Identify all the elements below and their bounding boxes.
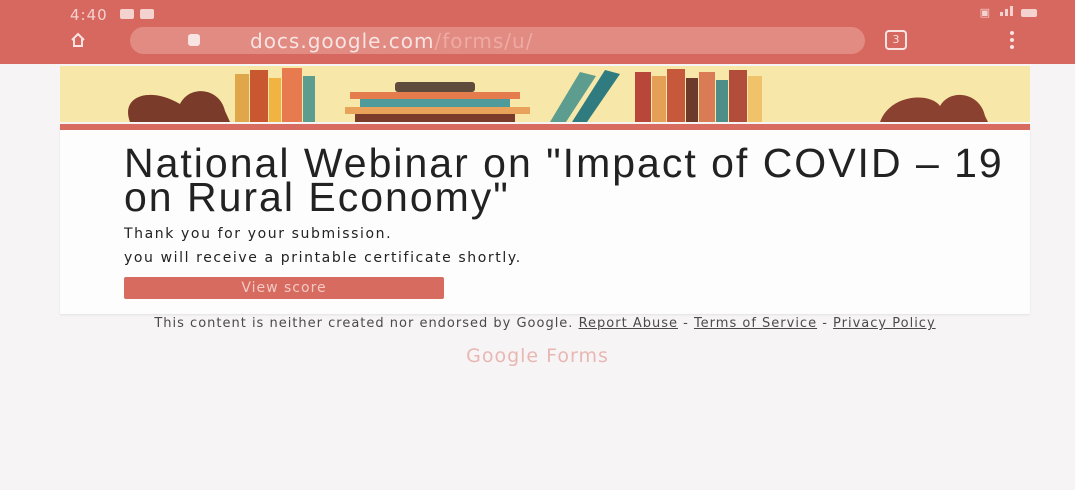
home-icon[interactable] xyxy=(70,32,86,48)
books-illustration xyxy=(60,66,1030,122)
separator: - xyxy=(817,316,834,331)
form-title: National Webinar on "Impact of COVID – 1… xyxy=(124,140,1004,220)
separator: - xyxy=(677,316,694,331)
google-forms-logo[interactable]: Google Forms xyxy=(0,345,1075,367)
status-icons: ▣ xyxy=(980,6,1037,19)
privacy-policy-link[interactable]: Privacy Policy xyxy=(833,316,936,331)
form-card: National Webinar on "Impact of COVID – 1… xyxy=(60,124,1030,314)
disclaimer-text: This content is neither created nor endo… xyxy=(154,316,574,331)
battery-icon xyxy=(1021,8,1037,17)
form-header-image xyxy=(60,66,1030,122)
url-text: docs.google.com/forms/u/ xyxy=(250,29,533,53)
signal-icon xyxy=(998,6,1013,19)
url-path: /forms/u/ xyxy=(434,29,534,53)
status-time: 4:40 xyxy=(70,6,108,24)
tabs-icon[interactable]: 3 xyxy=(885,30,907,50)
browser-chrome: 4:40 ▣ docs.google.com/forms/u/ 3 xyxy=(0,0,1075,64)
mail-icon xyxy=(140,9,154,19)
menu-icon[interactable] xyxy=(1010,31,1014,49)
confirmation-message: Thank you for your submission. xyxy=(124,226,393,242)
footer-disclaimer: This content is neither created nor endo… xyxy=(100,317,990,330)
report-abuse-link[interactable]: Report Abuse xyxy=(579,316,678,331)
lock-icon xyxy=(188,34,200,46)
alarm-icon: ▣ xyxy=(979,6,990,19)
address-bar[interactable]: docs.google.com/forms/u/ xyxy=(130,27,865,54)
url-host: docs.google.com xyxy=(250,29,435,53)
view-score-button[interactable]: View score xyxy=(124,277,444,299)
terms-of-service-link[interactable]: Terms of Service xyxy=(694,316,817,331)
certificate-message: you will receive a printable certificate… xyxy=(124,250,522,266)
mail-icon xyxy=(120,9,134,19)
